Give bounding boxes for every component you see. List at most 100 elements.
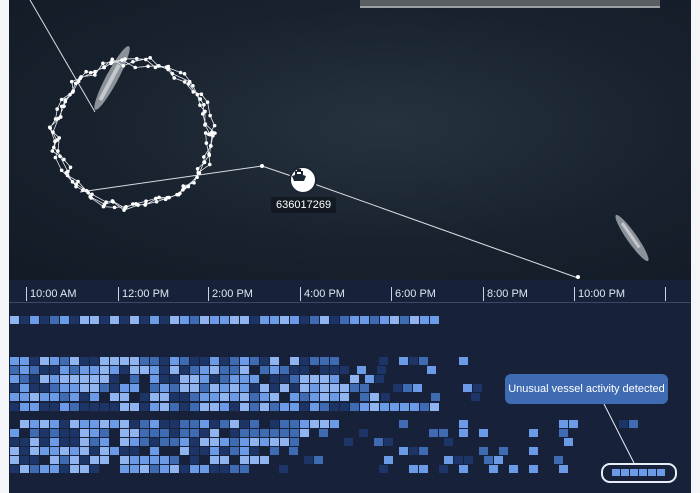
heatmap-cell[interactable] [280,429,289,437]
heatmap-cell[interactable] [250,456,259,464]
heatmap-cell[interactable] [559,429,568,437]
heatmap-cell[interactable] [300,429,309,437]
heatmap-cell[interactable] [439,465,448,473]
heatmap-cell[interactable] [220,366,229,374]
heatmap-cell[interactable] [80,429,89,437]
heatmap-cell[interactable] [529,447,538,455]
heatmap-cell[interactable] [10,375,19,383]
heatmap-cell[interactable] [140,393,149,401]
heatmap-cell[interactable] [190,403,199,411]
heatmap-cell[interactable] [170,456,179,464]
heatmap-cell[interactable] [70,465,79,473]
heatmap-cell[interactable] [210,447,219,455]
heatmap-cell[interactable] [160,375,169,383]
heatmap-cell[interactable] [250,357,259,365]
heatmap-cell[interactable] [70,393,79,401]
heatmap-cell[interactable] [300,420,309,428]
heatmap-cell[interactable] [220,375,229,383]
heatmap-cell[interactable] [170,357,179,365]
heatmap-cell[interactable] [554,456,563,464]
heatmap-cell[interactable] [190,375,199,383]
heatmap-cell[interactable] [360,384,369,392]
heatmap-cell[interactable] [410,403,419,411]
heatmap-cell[interactable] [230,438,239,446]
heatmap-cell[interactable] [50,447,59,455]
heatmap-cell[interactable] [289,447,298,455]
heatmap-cell[interactable] [120,403,129,411]
heatmap-cell[interactable] [70,357,79,365]
heatmap-cell[interactable] [100,384,109,392]
heatmap-cell[interactable] [170,438,179,446]
heatmap-cell[interactable] [250,438,259,446]
heatmap-cell[interactable] [375,375,384,383]
heatmap-cell[interactable] [359,429,368,437]
heatmap-cell[interactable] [90,316,99,324]
heatmap-cell[interactable] [150,357,159,365]
heatmap-cell[interactable] [70,429,79,437]
heatmap-cell[interactable] [270,357,279,365]
heatmap-cell[interactable] [340,316,349,324]
heatmap-cell[interactable] [374,438,383,446]
heatmap-cell[interactable] [10,438,19,446]
heatmap-cell[interactable] [140,456,149,464]
heatmap-cell[interactable] [170,316,179,324]
heatmap-cell[interactable] [300,375,309,383]
heatmap-cell[interactable] [459,357,468,365]
heatmap-cell[interactable] [190,384,199,392]
anomaly-highlight[interactable] [601,463,677,483]
heatmap-cell[interactable] [100,357,109,365]
heatmap-cell[interactable] [50,429,59,437]
heatmap-cell[interactable] [210,357,219,365]
heatmap-cell[interactable] [260,357,269,365]
heatmap-cell[interactable] [230,384,239,392]
heatmap-cell[interactable] [170,465,179,473]
heatmap-cell[interactable] [379,357,388,365]
heatmap-cell[interactable] [431,393,440,401]
heatmap-cell[interactable] [494,456,503,464]
heatmap-cell[interactable] [10,384,19,392]
heatmap-cell[interactable] [80,375,89,383]
heatmap-cell[interactable] [150,429,159,437]
heatmap-cell[interactable] [40,357,49,365]
heatmap-cell[interactable] [40,429,49,437]
heatmap-cell[interactable] [210,403,219,411]
heatmap-cell[interactable] [320,316,329,324]
heatmap-cell[interactable] [190,357,199,365]
heatmap-cell[interactable] [200,429,209,437]
heatmap-cell[interactable] [454,456,463,464]
heatmap-cell[interactable] [150,420,159,428]
heatmap-cell[interactable] [60,456,69,464]
heatmap-cell[interactable] [260,438,269,446]
heatmap-cell[interactable] [110,393,119,401]
heatmap-cell[interactable] [430,403,439,411]
heatmap-cell[interactable] [190,465,199,473]
heatmap-cell[interactable] [130,403,139,411]
heatmap-cell[interactable] [393,384,402,392]
heatmap-cell[interactable] [170,393,179,401]
heatmap-cell[interactable] [70,403,79,411]
heatmap-cell[interactable] [70,456,79,464]
heatmap-cell[interactable] [150,438,159,446]
heatmap-cell[interactable] [290,366,299,374]
heatmap-cell[interactable] [40,438,49,446]
heatmap-cell[interactable] [180,420,189,428]
heatmap-cell[interactable] [220,403,229,411]
heatmap-cell[interactable] [399,447,408,455]
heatmap-cell[interactable] [381,393,390,401]
heatmap-cell[interactable] [130,420,139,428]
heatmap-cell[interactable] [330,375,339,383]
heatmap-cell[interactable] [30,420,39,428]
heatmap-cell[interactable] [120,438,129,446]
heatmap-cell[interactable] [280,384,289,392]
heatmap-cell[interactable] [310,357,319,365]
heatmap-cell[interactable] [20,366,29,374]
heatmap-cell[interactable] [240,447,249,455]
heatmap-cell[interactable] [230,429,239,437]
heatmap-cell[interactable] [230,403,239,411]
heatmap-cell[interactable] [380,403,389,411]
heatmap-cell[interactable] [20,447,29,455]
heatmap-cell[interactable] [140,438,149,446]
heatmap-cell[interactable] [90,447,99,455]
heatmap-cell[interactable] [90,357,99,365]
heatmap-cell[interactable] [40,316,49,324]
